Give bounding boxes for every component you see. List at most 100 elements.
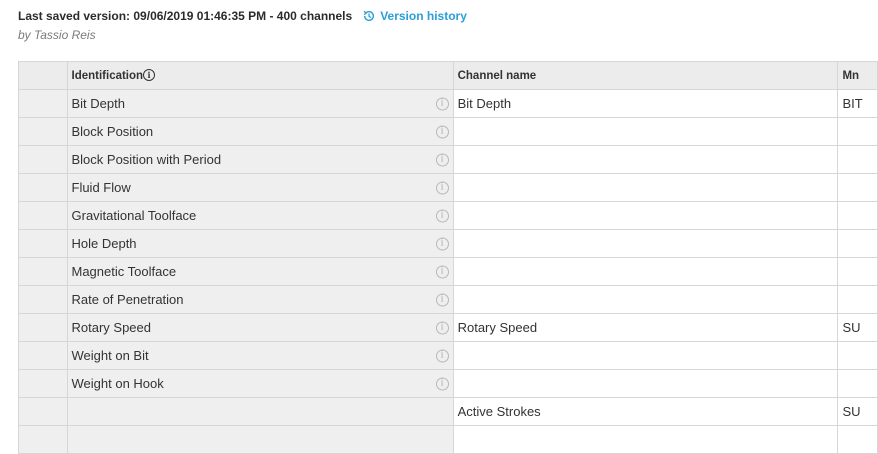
identification-cell: Gravitational Toolface i [66,201,454,230]
channel-name-cell[interactable] [452,285,839,314]
identification-cell [66,397,454,426]
info-icon[interactable]: i [143,69,156,81]
mnemonic-cell[interactable] [837,369,878,398]
mnemonic-cell[interactable] [837,117,878,146]
info-icon[interactable]: i [435,377,449,390]
channel-name-cell[interactable] [452,201,839,230]
table-row: Rate of Penetration i [18,285,878,314]
version-history-link[interactable]: Version history [362,9,467,23]
row-index-cell[interactable] [18,313,68,342]
identification-cell: Weight on Hook i [66,369,454,398]
identification-cell: Weight on Bit i [66,341,454,370]
row-index-cell[interactable] [18,145,68,174]
table-row: Weight on Bit i [18,341,878,370]
channel-mapping-table: Identification i Channel name Mn Bit Dept… [18,61,878,454]
mnemonic-cell[interactable] [837,173,878,202]
channel-name-cell[interactable]: Bit Depth [452,89,839,118]
mnemonic-header[interactable]: Mn [837,61,878,90]
row-index-cell[interactable] [18,257,68,286]
mnemonic-cell[interactable] [837,425,878,454]
save-status-bar: Last saved version: 09/06/2019 01:46:35 … [18,9,467,23]
mnemonic-cell[interactable] [837,201,878,230]
mnemonic-cell[interactable] [837,257,878,286]
info-icon[interactable]: i [435,125,449,138]
last-saved-text: Last saved version: 09/06/2019 01:46:35 … [18,9,353,23]
row-index-cell[interactable] [18,229,68,258]
info-icon[interactable]: i [435,349,449,362]
channel-name-cell[interactable] [452,173,839,202]
info-icon[interactable]: i [435,321,449,334]
table-row: Hole Depth i [18,229,878,258]
identification-label: Weight on Bit [71,348,149,363]
mnemonic-cell[interactable]: BIT [837,89,878,118]
channel-name-cell[interactable]: Active Strokes [452,397,839,426]
mnemonic-cell[interactable] [837,285,878,314]
identification-label: Rate of Penetration [71,292,184,307]
row-index-cell[interactable] [18,369,68,398]
identification-cell: Block Position i [66,117,454,146]
channel-name-cell[interactable] [452,229,839,258]
row-index-cell[interactable] [18,285,68,314]
row-index-cell[interactable] [18,89,68,118]
identification-label: Fluid Flow [71,180,131,195]
info-icon[interactable]: i [435,181,449,194]
table-header-row: Identification i Channel name Mn [18,61,878,90]
row-index-cell[interactable] [18,341,68,370]
channel-name-cell[interactable] [452,425,839,454]
channel-name-cell[interactable] [452,341,839,370]
mnemonic-cell[interactable] [837,341,878,370]
channel-name-cell[interactable] [452,369,839,398]
mnemonic-cell[interactable]: SU [837,313,878,342]
info-icon[interactable]: i [435,209,449,222]
mnemonic-cell[interactable] [837,145,878,174]
identification-cell: Bit Depth i [66,89,454,118]
identification-label: Rotary Speed [71,320,152,335]
identification-label: Block Position with Period [71,152,222,167]
identification-label: Block Position [71,124,154,139]
table-row: Weight on Hook i [18,369,878,398]
info-icon[interactable]: i [435,237,449,250]
identification-header-label: Identification [71,70,144,82]
row-index-cell[interactable] [18,173,68,202]
channel-name-cell[interactable] [452,117,839,146]
table-row: Fluid Flow i [18,173,878,202]
mnemonic-cell[interactable] [837,229,878,258]
row-index-cell[interactable] [18,397,68,426]
identification-cell: Rotary Speed i [66,313,454,342]
table-row [18,425,878,454]
identification-cell: Magnetic Toolface i [66,257,454,286]
info-icon[interactable]: i [435,265,449,278]
channel-name-cell[interactable] [452,257,839,286]
author-byline: by Tassio Reis [18,28,96,42]
identification-cell [66,425,454,454]
info-icon[interactable]: i [435,97,449,110]
table-row: Bit Depth i Bit Depth BIT [18,89,878,118]
table-row: Rotary Speed i Rotary Speed SU [18,313,878,342]
mnemonic-cell[interactable]: SU [837,397,878,426]
table-row: Block Position with Period i [18,145,878,174]
identification-cell: Rate of Penetration i [66,285,454,314]
table-body: Bit Depth i Bit Depth BIT Block Position i Blo… [18,89,878,454]
identification-cell: Block Position with Period i [66,145,454,174]
row-index-cell[interactable] [18,117,68,146]
table-row: Magnetic Toolface i [18,257,878,286]
row-index-cell[interactable] [18,425,68,454]
identification-label: Gravitational Toolface [71,208,197,223]
info-icon[interactable]: i [435,293,449,306]
table-row: Gravitational Toolface i [18,201,878,230]
table-row: Block Position i [18,117,878,146]
identification-cell: Fluid Flow i [66,173,454,202]
identification-label: Hole Depth [71,236,137,251]
row-index-cell[interactable] [18,201,68,230]
table-row: Active Strokes SU [18,397,878,426]
identification-label: Weight on Hook [71,376,164,391]
info-icon[interactable]: i [435,153,449,166]
identification-cell: Hole Depth i [66,229,454,258]
identification-header[interactable]: Identification i [66,61,454,90]
row-index-header [18,61,68,90]
identification-label: Bit Depth [71,96,125,111]
identification-label: Magnetic Toolface [71,264,177,279]
channel-name-cell[interactable]: Rotary Speed [452,313,839,342]
channel-name-header[interactable]: Channel name [452,61,839,90]
channel-name-cell[interactable] [452,145,839,174]
